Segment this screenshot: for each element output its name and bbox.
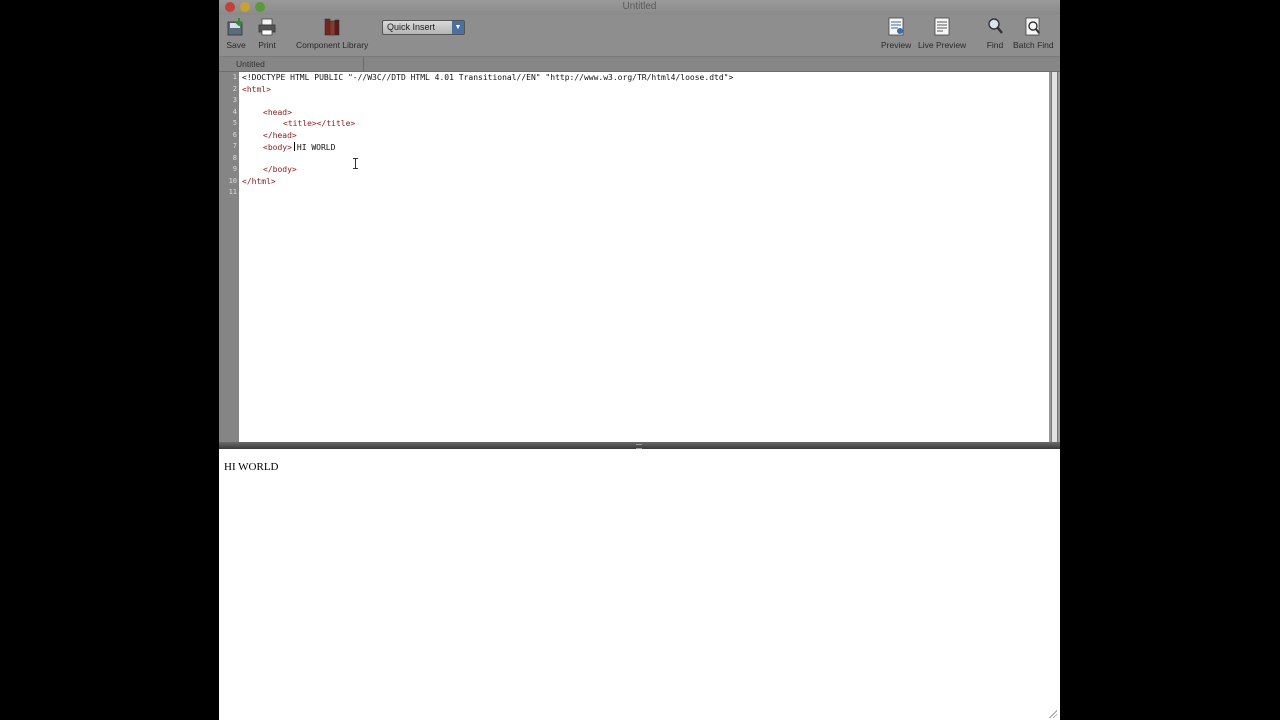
preview-content: HI WORLD <box>224 461 279 473</box>
line-number: 7 <box>232 142 237 150</box>
batch-find-icon <box>1025 17 1041 36</box>
document-tab-bar: Untitled <box>219 56 1060 72</box>
window-title: Untitled <box>622 1 657 12</box>
code-line-doctype: <!DOCTYPE HTML PUBLIC "-//W3C//DTD HTML … <box>242 73 734 82</box>
title-bar: Untitled <box>219 0 1060 15</box>
code-editor[interactable]: <!DOCTYPE HTML PUBLIC "-//W3C//DTD HTML … <box>239 72 1049 442</box>
print-label: Print <box>258 40 276 50</box>
chevron-down-icon: ▼ <box>452 21 464 34</box>
preview-label: Preview <box>881 40 912 50</box>
batch-find-label: Batch Find <box>1013 40 1054 50</box>
code-line-html-close: </html> <box>242 177 276 186</box>
print-button[interactable]: Print <box>257 16 277 50</box>
quick-insert-select[interactable]: Quick Insert ▼ <box>382 20 465 35</box>
line-number: 10 <box>228 177 237 185</box>
find-label: Find <box>986 40 1004 50</box>
editor-scrollbar[interactable] <box>1049 72 1060 442</box>
find-button[interactable]: Find <box>985 16 1005 50</box>
live-preview-button[interactable]: Live Preview <box>918 16 966 50</box>
document-preview-icon <box>888 17 904 36</box>
save-button[interactable]: Save <box>226 16 246 50</box>
code-line-body: <body> HI WORLD <box>263 142 335 152</box>
body-text: HI WORLD <box>296 143 336 152</box>
editor-scrollbar-thumb[interactable] <box>1051 72 1058 442</box>
code-line-head-close: </head> <box>263 131 297 140</box>
document-live-preview-icon <box>934 17 950 36</box>
tab-untitled[interactable]: Untitled <box>219 57 364 71</box>
line-number-gutter: 1 2 3 4 5 6 7 8 9 10 11 <box>219 72 240 442</box>
line-number: 9 <box>232 165 237 173</box>
line-number: 1 <box>232 73 237 81</box>
line-number: 6 <box>232 131 237 139</box>
code-line-head-open: <head> <box>263 108 292 117</box>
component-library-button[interactable]: Component Library <box>296 16 368 50</box>
save-icon <box>227 18 243 36</box>
resize-handle-icon[interactable] <box>1049 710 1057 718</box>
line-number: 2 <box>232 85 237 93</box>
body-open-tag: <body> <box>263 143 292 152</box>
live-preview-pane: HI WORLD <box>219 449 1060 720</box>
line-number: 5 <box>232 119 237 127</box>
preview-button[interactable]: Preview <box>881 16 911 50</box>
line-number: 11 <box>228 188 237 196</box>
toolbar: Save Print Component Library Quick Inser… <box>219 15 1060 56</box>
books-icon <box>324 18 340 36</box>
text-caret <box>293 142 295 151</box>
line-number: 4 <box>232 108 237 116</box>
ibeam-cursor-icon <box>353 158 359 169</box>
line-number: 8 <box>232 154 237 162</box>
quick-insert-value: Quick Insert <box>387 22 436 32</box>
printer-icon <box>258 18 276 36</box>
split-view-divider[interactable] <box>219 442 1060 449</box>
editor-window: Untitled Save Print Component Library Qu… <box>219 0 1060 720</box>
code-line-body-close: </body> <box>263 165 297 174</box>
magnifier-icon <box>988 18 1003 34</box>
live-preview-label: Live Preview <box>918 40 967 50</box>
component-library-label: Component Library <box>296 40 369 50</box>
save-label: Save <box>226 40 246 50</box>
code-line-title: <title></title> <box>283 119 356 128</box>
code-line-html-open: <html> <box>242 85 271 94</box>
line-number: 3 <box>232 96 237 104</box>
batch-find-button[interactable]: Batch Find <box>1013 16 1054 50</box>
